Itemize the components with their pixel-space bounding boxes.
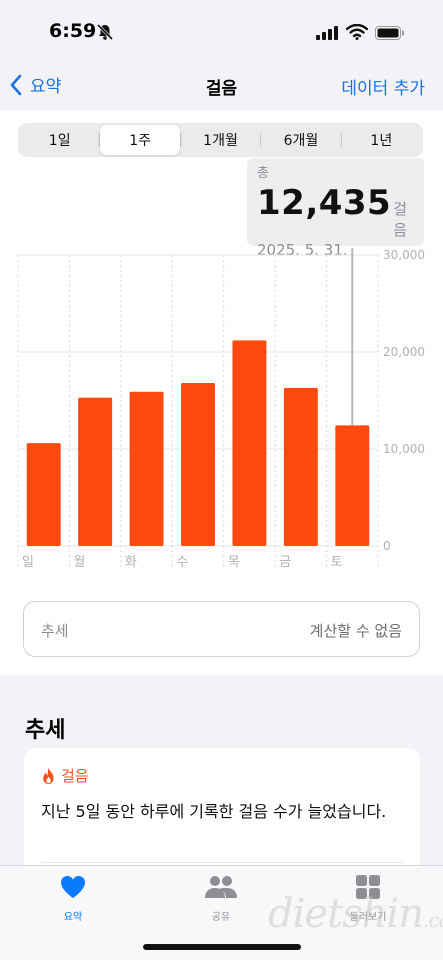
watermark-text: dietshin	[268, 891, 424, 937]
trend-field-value: 계산할 수 없음	[309, 622, 402, 640]
tab-label: 요약	[63, 912, 83, 923]
steps-bar-chart[interactable]: 0 10,000 20,000 30,000 일 월 화 수 목 금 토	[0, 248, 443, 573]
bar-화	[129, 391, 164, 546]
segment-label: 1주	[129, 133, 151, 149]
x-tick-label: 토	[331, 555, 343, 570]
cellular-signal-icon	[316, 25, 340, 44]
trends-title: 추세	[25, 718, 66, 743]
segment-label: 1년	[370, 133, 393, 149]
tab-label: 공유	[211, 912, 231, 923]
segment-label: 6개월	[283, 133, 319, 149]
tab-summary[interactable]: 요약	[28, 874, 118, 923]
trend-field[interactable]: 추세 계산할 수 없음	[23, 601, 420, 657]
segment-6-months[interactable]: 6개월	[261, 125, 340, 155]
navigation-bar: 요약 걸음 데이터 추가	[0, 60, 443, 110]
y-tick-label: 10,000	[383, 442, 425, 456]
x-tick-label: 목	[228, 555, 240, 570]
bar-월	[78, 397, 113, 546]
x-tick-label: 수	[176, 555, 188, 570]
x-tick-label: 일	[22, 555, 34, 570]
watermark-suffix: .com	[423, 908, 443, 932]
segment-label: 1일	[48, 133, 71, 149]
trends-section: 추세 걸음 지난 5일 동안 하루에 기록한 걸음 수가 늘었습니다.	[0, 675, 443, 888]
flame-icon	[43, 767, 54, 784]
bar-목	[232, 340, 267, 546]
wifi-icon	[345, 23, 369, 44]
trend-card-text: 지난 5일 동안 하루에 기록한 걸음 수가 늘었습니다.	[41, 802, 387, 821]
segment-day[interactable]: 1일	[20, 125, 99, 155]
trend-field-label: 추세	[41, 622, 69, 640]
heart-icon	[61, 876, 85, 898]
segment-week[interactable]: 1주	[100, 125, 180, 155]
y-tick-label: 20,000	[383, 345, 425, 359]
x-tick-label: 월	[73, 555, 85, 570]
watermark: dietshin.com	[268, 891, 443, 937]
battery-icon	[375, 25, 405, 44]
period-segmented-control: 1일 1주 1개월 6개월 1년	[18, 123, 423, 157]
bar-금	[283, 387, 318, 546]
bar-수	[181, 383, 215, 546]
add-data-button[interactable]: 데이터 추가	[341, 74, 425, 99]
bar-토	[335, 425, 370, 546]
callout-value-row: 12,435 걸음	[257, 183, 414, 240]
chart-section: 1일 1주 1개월 6개월 1년 총 12,435 걸음 2025. 5. 31…	[0, 110, 443, 675]
segment-label: 1개월	[203, 133, 238, 149]
people-icon	[205, 876, 237, 898]
bell-slash-icon	[96, 23, 114, 45]
y-tick-label: 30,000	[383, 248, 425, 262]
callout-unit: 걸음	[393, 200, 408, 239]
x-tick-label: 금	[279, 555, 291, 570]
x-tick-label: 화	[125, 555, 137, 570]
selection-callout: 총 12,435 걸음 2025. 5. 31.	[247, 158, 424, 259]
status-bar: 6:59	[0, 0, 443, 60]
y-tick-label: 0	[383, 539, 391, 553]
trend-card-heading-label: 걸음	[61, 767, 89, 785]
divider	[41, 862, 403, 863]
tab-sharing[interactable]: 공유	[176, 874, 266, 923]
segment-month[interactable]: 1개월	[181, 125, 260, 155]
callout-value: 12,435	[257, 183, 392, 223]
bar-일	[26, 443, 61, 546]
status-time: 6:59	[49, 20, 97, 42]
segment-year[interactable]: 1년	[342, 125, 421, 155]
trend-card-heading: 걸음	[41, 765, 89, 786]
home-indicator[interactable]	[143, 944, 301, 950]
callout-label: 총	[257, 166, 269, 181]
